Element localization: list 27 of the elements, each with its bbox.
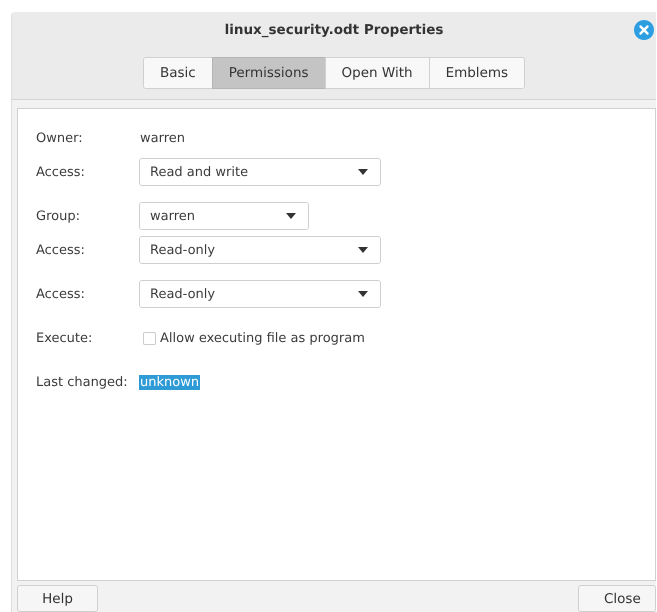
- dropdown[interactable]: Read-only: [139, 280, 381, 308]
- dropdown[interactable]: warren: [139, 202, 309, 230]
- field-label: Access:: [36, 164, 86, 180]
- field-label: Access:: [36, 242, 86, 258]
- field-label: Execute:: [36, 330, 94, 346]
- caret-icon: [358, 291, 368, 298]
- field-label: Access:: [36, 286, 86, 302]
- caret-icon: [286, 213, 296, 220]
- caret-icon: [358, 247, 368, 254]
- dropdown[interactable]: Read-only: [139, 236, 381, 264]
- field-label: Group:: [36, 208, 81, 224]
- field-label: Owner:: [36, 130, 84, 146]
- field-label: Last changed:: [36, 374, 129, 390]
- help-button[interactable]: Help: [17, 585, 98, 612]
- close-icon[interactable]: [634, 20, 654, 40]
- tab[interactable]: Emblems: [428, 56, 526, 89]
- dropdown[interactable]: Read and write: [139, 158, 381, 186]
- caret-icon: [358, 169, 368, 176]
- tab[interactable]: Permissions: [212, 56, 325, 89]
- field-value: warren: [139, 130, 186, 146]
- field-value: unknown: [139, 374, 200, 390]
- close-button[interactable]: Close: [578, 585, 656, 612]
- checkbox[interactable]: [143, 332, 156, 345]
- tab[interactable]: Open With: [324, 56, 429, 89]
- window-title: linux_security.odt Properties: [224, 22, 444, 38]
- checkbox-label[interactable]: Allow executing file as program: [160, 330, 365, 346]
- tab[interactable]: Basic: [142, 56, 212, 89]
